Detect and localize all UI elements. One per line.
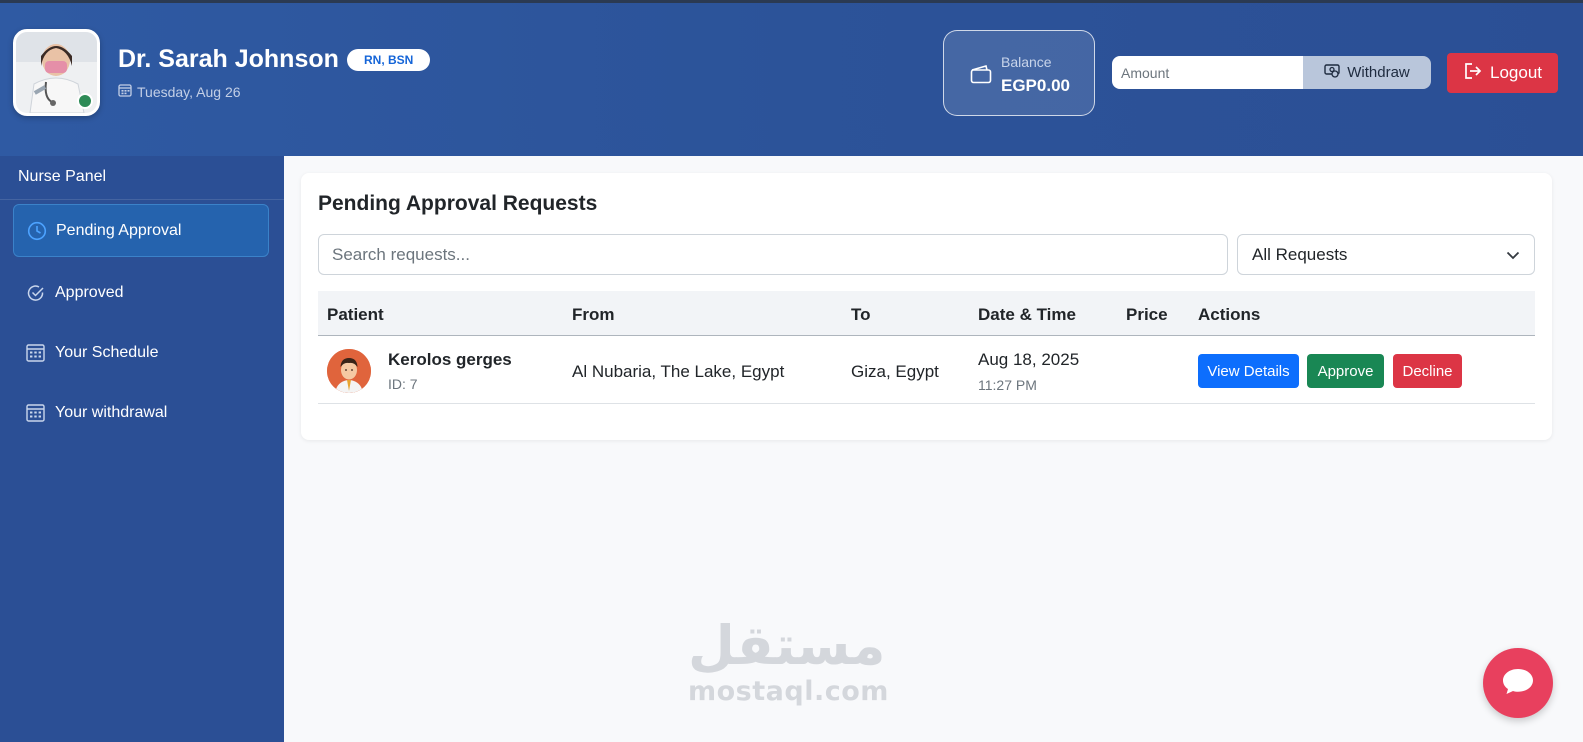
patient-id: ID: 7	[388, 376, 418, 392]
patient-name: Kerolos gerges	[388, 350, 512, 369]
clock-icon	[26, 220, 47, 241]
sidebar-divider	[0, 199, 284, 200]
from-location: Al Nubaria, The Lake, Egypt	[572, 362, 785, 381]
to-location: Giza, Egypt	[851, 362, 939, 381]
column-header: Actions	[1198, 305, 1261, 324]
request-date: Aug 18, 2025	[978, 350, 1080, 369]
date-text: Tuesday, Aug 26	[137, 83, 241, 100]
check-circle-icon	[25, 282, 46, 303]
page-title: Pending Approval Requests	[318, 192, 598, 215]
patient-avatar	[327, 349, 371, 393]
sidebar: Nurse Panel Pending Approval Approved Yo…	[0, 156, 284, 742]
sidebar-item-label: Approved	[55, 283, 124, 301]
logout-button[interactable]: Logout	[1447, 53, 1558, 93]
logout-icon	[1463, 62, 1482, 85]
online-status-dot	[77, 93, 93, 109]
sidebar-item-label: Pending Approval	[56, 221, 182, 239]
column-header: Date & Time	[978, 305, 1076, 324]
requests-card: Pending Approval Requests All Requests P…	[301, 173, 1552, 440]
column-header: Price	[1126, 305, 1168, 324]
balance-label: Balance	[1001, 54, 1052, 70]
sidebar-item-approved[interactable]: Approved	[13, 266, 269, 319]
request-time: 11:27 PM	[978, 377, 1037, 393]
decline-button[interactable]: Decline	[1393, 354, 1462, 388]
withdraw-button[interactable]: Withdraw	[1303, 56, 1431, 89]
current-date: Tuesday, Aug 26	[118, 83, 241, 100]
chevron-down-icon	[1506, 245, 1520, 265]
watermark-latin: mostaql.com	[688, 676, 889, 707]
column-header: Patient	[327, 305, 384, 324]
sidebar-item-label: Your withdrawal	[55, 403, 168, 421]
calendar-icon	[118, 83, 132, 100]
credentials-badge: RN, BSN	[347, 49, 431, 71]
amount-input[interactable]	[1112, 56, 1304, 89]
filter-selected-value: All Requests	[1252, 244, 1348, 264]
calendar-icon	[25, 342, 46, 363]
chat-bubble-icon	[1501, 666, 1535, 701]
doctor-name: Dr. Sarah Johnson	[118, 45, 339, 73]
sidebar-item-pending-approval[interactable]: Pending Approval	[13, 204, 269, 257]
sidebar-item-your-withdrawal[interactable]: Your withdrawal	[13, 386, 269, 439]
balance-value: EGP0.00	[1001, 76, 1070, 95]
table-row: Kerolos gerges ID: 7 Al Nubaria, The Lak…	[318, 337, 1535, 404]
balance-card: Balance EGP0.00	[943, 30, 1095, 116]
watermark: مستقل mostaql.com	[688, 614, 889, 707]
approve-button[interactable]: Approve	[1307, 354, 1384, 388]
search-input[interactable]	[318, 234, 1228, 275]
logout-label: Logout	[1490, 63, 1542, 82]
withdraw-label: Withdraw	[1347, 64, 1410, 81]
calendar-icon	[25, 402, 46, 423]
column-header: To	[851, 305, 871, 324]
view-details-button[interactable]: View Details	[1198, 354, 1299, 388]
column-header: From	[572, 305, 615, 324]
wallet-icon	[970, 64, 992, 89]
request-filter-select[interactable]: All Requests	[1237, 234, 1535, 275]
table-header: Patient From To Date & Time Price Action…	[318, 291, 1535, 336]
sidebar-title: Nurse Panel	[18, 168, 107, 185]
sidebar-item-label: Your Schedule	[55, 343, 159, 361]
chat-button[interactable]	[1483, 648, 1553, 718]
watermark-arabic: مستقل	[688, 614, 886, 677]
cash-icon	[1324, 63, 1340, 82]
sidebar-item-your-schedule[interactable]: Your Schedule	[13, 326, 269, 379]
